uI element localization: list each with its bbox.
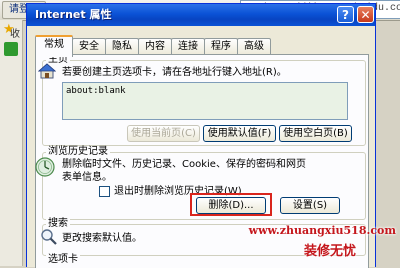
help-button[interactable]: ? [337,6,354,23]
tab-general[interactable]: 常规 [35,35,73,57]
watermark-url: www.zhuangxiu518.com [248,224,396,237]
tab-content[interactable]: 内容 [138,38,172,55]
history-settings-button[interactable]: 设置(S) [280,197,340,214]
use-default-button[interactable]: 使用默认值(F) [203,125,276,142]
close-button[interactable]: ✕ [357,6,374,23]
search-description: 更改搜索默认值。 [62,233,142,244]
browser-side-strip [0,20,23,266]
use-current-button[interactable]: 使用当前页(C) [127,125,200,142]
tab-programs[interactable]: 程序 [204,38,238,55]
search-icon [41,229,57,245]
tab-security[interactable]: 安全 [72,38,106,55]
tab-advanced[interactable]: 高级 [237,38,271,55]
tab-connections[interactable]: 连接 [171,38,205,55]
homepage-address-field[interactable]: about:blank [62,82,348,120]
dialog-title: Internet 属性 [35,8,112,21]
tabs-section-legend: 选项卡 [46,254,80,266]
history-description-line1: 删除临时文件、历史记录、Cookie、保存的密码和网页 [62,159,306,170]
home-icon [38,63,56,79]
dialog-titlebar[interactable]: Internet 属性 ? ✕ [27,4,375,26]
browser-nav-icon[interactable] [4,42,18,56]
use-blank-button[interactable]: 使用空白页(B) [279,125,352,142]
tab-privacy[interactable]: 隐私 [105,38,139,55]
watermark-name: 装修无忧 [303,244,356,259]
history-description-line2: 表单信息。 [62,172,112,183]
delete-on-exit-checkbox[interactable] [99,186,110,197]
delete-button-highlight [190,193,272,216]
favorites-label: 收 [10,29,20,40]
homepage-description: 若要创建主页选项卡，请在各地址行键入地址(R)。 [62,67,287,78]
history-clock-icon [35,157,55,177]
